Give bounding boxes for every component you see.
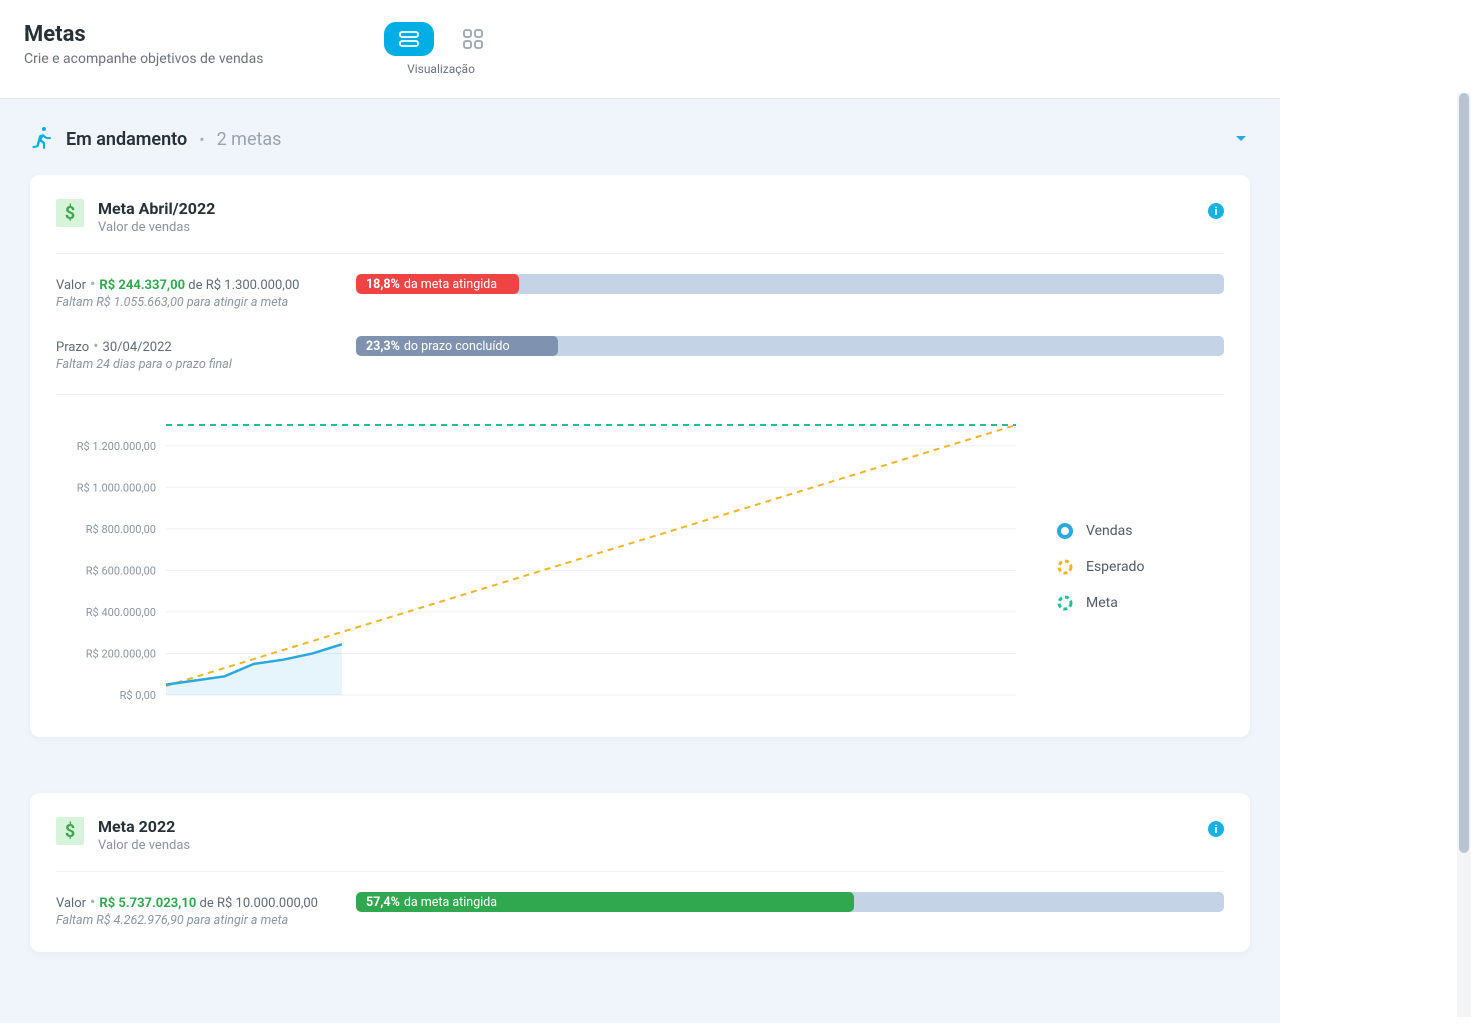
- metric-remaining: Faltam 24 dias para o prazo final: [56, 357, 356, 372]
- metric-valor: Valor • R$ 244.337,00 de R$ 1.300.000,00…: [56, 254, 1224, 316]
- svg-text:R$ 0,00: R$ 0,00: [120, 689, 156, 702]
- dollar-icon: $: [56, 817, 84, 845]
- svg-text:R$ 800.000,00: R$ 800.000,00: [86, 523, 156, 536]
- svg-text:R$ 1.000.000,00: R$ 1.000.000,00: [77, 481, 156, 494]
- page-subtitle: Crie e acompanhe objetivos de vendas: [24, 51, 384, 67]
- metric-current: R$ 5.737.023,10: [99, 896, 196, 911]
- dot-separator: •: [199, 130, 204, 149]
- goal-card[interactable]: $ Meta Abril/2022 Valor de vendas i Valo…: [30, 175, 1250, 737]
- progress-bar-prazo: 23,3% do prazo concluído: [356, 336, 1224, 356]
- view-grid-button[interactable]: [448, 22, 498, 56]
- progress-fill: 23,3% do prazo concluído: [356, 336, 558, 356]
- metric-prazo: Prazo • 30/04/2022 Faltam 24 dias para o…: [56, 316, 1224, 378]
- view-list-button[interactable]: [384, 22, 434, 56]
- goal-card[interactable]: $ Meta 2022 Valor de vendas i Valor • R$…: [30, 793, 1250, 952]
- info-icon[interactable]: i: [1208, 821, 1224, 837]
- progress-pct: 23,3%: [366, 339, 400, 354]
- progress-bar-valor: 18,8% da meta atingida: [356, 274, 1224, 294]
- view-switch: Visualização: [384, 22, 498, 76]
- scrollbar-thumb[interactable]: [1459, 93, 1469, 853]
- progress-bar-valor: 57,4% da meta atingida: [356, 892, 1224, 912]
- line-chart: R$ 0,00 R$ 200.000,00 R$ 400.000,00 R$ 600.…: [56, 415, 1026, 715]
- scrollbar[interactable]: [1457, 93, 1471, 1017]
- grid-icon: [463, 29, 483, 49]
- metric-label: Valor: [56, 278, 86, 293]
- svg-text:R$ 1.200.000,00: R$ 1.200.000,00: [77, 440, 156, 453]
- info-icon[interactable]: i: [1208, 203, 1224, 219]
- view-switch-label: Visualização: [407, 62, 475, 76]
- metric-target: R$ 1.300.000,00: [206, 278, 300, 293]
- section-name: Em andamento: [66, 129, 187, 150]
- page-header: Metas Crie e acompanhe objetivos de vend…: [0, 0, 1280, 99]
- metric-remaining: Faltam R$ 1.055.663,00 para atingir a me…: [56, 295, 356, 310]
- progress-pct-label: da meta atingida: [404, 277, 497, 292]
- svg-text:R$ 200.000,00: R$ 200.000,00: [86, 647, 156, 660]
- metric-label: Prazo: [56, 340, 89, 355]
- chart-legend: Vendas Esperado Meta: [1026, 415, 1224, 719]
- metric-date: 30/04/2022: [103, 340, 172, 355]
- progress-pct-label: do prazo concluído: [404, 339, 510, 354]
- goal-subtitle: Valor de vendas: [98, 838, 190, 853]
- progress-fill: 57,4% da meta atingida: [356, 892, 854, 912]
- goal-title: Meta Abril/2022: [98, 199, 215, 218]
- progress-pct: 57,4%: [366, 895, 400, 910]
- metric-of-word: de: [196, 896, 217, 911]
- svg-text:R$ 400.000,00: R$ 400.000,00: [86, 606, 156, 619]
- metric-target: R$ 10.000.000,00: [217, 896, 318, 911]
- list-rows-icon: [398, 30, 420, 48]
- section-header[interactable]: Em andamento • 2 metas: [30, 127, 1250, 151]
- progress-pct-label: da meta atingida: [404, 895, 497, 910]
- page-content: Em andamento • 2 metas $ Meta Abril/2022…: [0, 99, 1280, 1023]
- metric-remaining: Faltam R$ 4.262.976,90 para atingir a me…: [56, 913, 356, 928]
- legend-meta: Meta: [1056, 594, 1224, 612]
- running-icon: [30, 127, 54, 151]
- goal-chart: R$ 0,00 R$ 200.000,00 R$ 400.000,00 R$ 600.…: [56, 395, 1224, 719]
- goal-title: Meta 2022: [98, 817, 190, 836]
- dollar-icon: $: [56, 199, 84, 227]
- chevron-down-icon[interactable]: [1232, 129, 1250, 151]
- goal-subtitle: Valor de vendas: [98, 220, 215, 235]
- progress-fill: 18,8% da meta atingida: [356, 274, 519, 294]
- section-count: 2 metas: [217, 129, 282, 150]
- metric-current: R$ 244.337,00: [99, 278, 185, 293]
- metric-of-word: de: [185, 278, 206, 293]
- svg-text:R$ 600.000,00: R$ 600.000,00: [86, 564, 156, 577]
- progress-pct: 18,8%: [366, 277, 400, 292]
- page-title: Metas: [24, 22, 384, 47]
- legend-esperado: Esperado: [1056, 558, 1224, 576]
- metric-valor: Valor • R$ 5.737.023,10 de R$ 10.000.000…: [56, 872, 1224, 934]
- metric-label: Valor: [56, 896, 86, 911]
- legend-vendas: Vendas: [1056, 522, 1224, 540]
